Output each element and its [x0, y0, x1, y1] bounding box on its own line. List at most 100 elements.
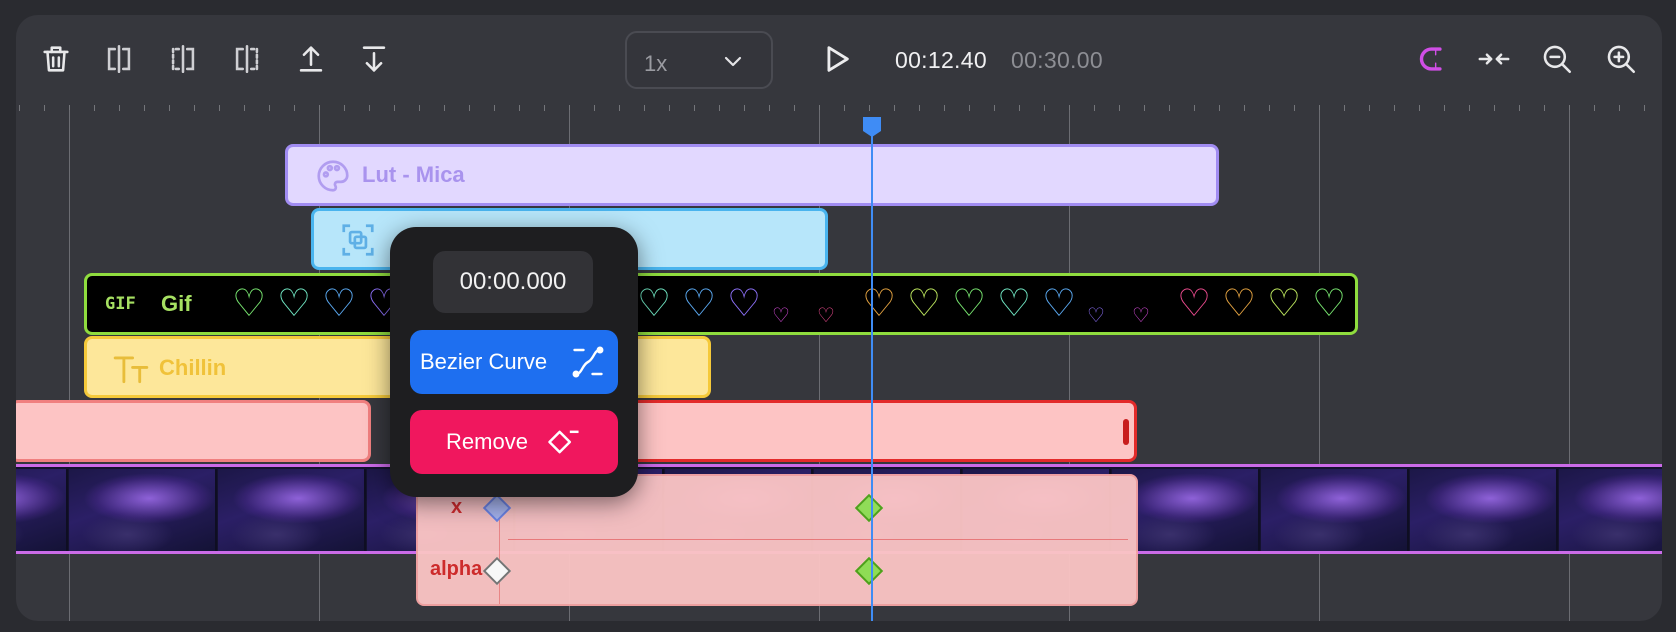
ruler-tick — [1194, 105, 1195, 111]
bezier-curve-icon — [572, 346, 604, 378]
ruler-tick — [1519, 105, 1520, 111]
ruler-tick — [1019, 105, 1020, 111]
play-button[interactable] — [814, 37, 858, 81]
ruler-tick — [269, 105, 270, 111]
play-icon — [827, 46, 849, 72]
film-frame — [218, 469, 366, 551]
ruler-tick — [969, 105, 970, 111]
gif-clip[interactable]: GIF Gif ♡♡♡♡♡♡♡♡♡♡♡♡♡♡♡♡♡♡♡♡♡♡♡♡♡♡♡♡ — [84, 273, 1358, 335]
time-ruler[interactable] — [16, 105, 1662, 117]
current-time: 00:12.40 — [895, 47, 987, 73]
ruler-tick — [344, 105, 345, 111]
remove-keyframe-button[interactable]: Remove — [410, 410, 618, 474]
film-frame — [1410, 469, 1558, 551]
shape-clip-left[interactable] — [16, 400, 371, 462]
gif-heart: ♡ — [997, 283, 1032, 325]
keyframe-alpha-start[interactable] — [482, 556, 512, 586]
ruler-tick — [219, 105, 220, 111]
curve-line — [508, 539, 1128, 540]
ruler-tick — [794, 105, 795, 111]
align-bottom-icon[interactable] — [352, 37, 396, 81]
ruler-tick — [119, 105, 120, 111]
gif-heart: ♡ — [817, 305, 835, 327]
ruler-tick — [94, 105, 95, 111]
gif-heart: ♡ — [907, 283, 942, 325]
ruler-tick — [1119, 105, 1120, 111]
ruler-tick — [1269, 105, 1270, 111]
ruler-tick — [594, 105, 595, 111]
ruler-tick — [369, 105, 370, 111]
zoom-in-icon[interactable] — [1599, 37, 1643, 81]
gif-heart: ♡ — [772, 305, 790, 327]
ruler-tick — [744, 105, 745, 111]
ruler-tick — [44, 105, 45, 111]
ruler-tick — [1544, 105, 1545, 111]
ruler-tick — [1169, 105, 1170, 111]
ruler-tick — [1094, 105, 1095, 111]
lut-clip-label: Lut - Mica — [362, 162, 465, 187]
palette-icon — [317, 160, 349, 192]
gif-heart: ♡ — [1312, 283, 1347, 325]
align-top-icon[interactable] — [289, 37, 333, 81]
magnet-icon[interactable] — [1408, 37, 1452, 81]
ruler-tick — [719, 105, 720, 111]
playhead-handle[interactable] — [861, 115, 883, 137]
gif-heart: ♡ — [1087, 305, 1105, 327]
ruler-tick — [769, 105, 770, 111]
ruler-tick — [944, 105, 945, 111]
zoom-out-icon[interactable] — [1535, 37, 1579, 81]
keyframe-x-start[interactable] — [482, 493, 512, 523]
film-frame — [1261, 469, 1409, 551]
ruler-tick — [444, 105, 445, 111]
ruler-tick — [244, 105, 245, 111]
gif-heart: ♡ — [1177, 283, 1212, 325]
speed-select[interactable]: 1x — [625, 31, 773, 89]
gif-heart: ♡ — [1042, 283, 1077, 325]
keyframe-x-current[interactable] — [854, 493, 884, 523]
ruler-tick — [1144, 105, 1145, 111]
gif-heart: ♡ — [322, 283, 357, 325]
bezier-curve-button[interactable]: Bezier Curve — [410, 330, 618, 394]
ruler-tick — [919, 105, 920, 111]
gif-heart: ♡ — [727, 283, 762, 325]
gif-heart: ♡ — [682, 283, 717, 325]
ruler-tick — [1244, 105, 1245, 111]
split-left-icon[interactable] — [161, 37, 205, 81]
ruler-tick — [694, 105, 695, 111]
ruler-tick — [394, 105, 395, 111]
ruler-tick — [869, 105, 870, 111]
chevron-down-icon — [724, 56, 742, 67]
split-icon[interactable] — [97, 37, 141, 81]
shape-clip[interactable]: pe — [600, 400, 1137, 462]
keyframe-alpha-current[interactable] — [854, 556, 884, 586]
text-type-icon — [113, 356, 149, 384]
ruler-tick — [1294, 105, 1295, 111]
ruler-tick — [519, 105, 520, 111]
ruler-tick — [1419, 105, 1420, 111]
ruler-tick — [1594, 105, 1595, 111]
gif-heart: ♡ — [1132, 305, 1150, 327]
split-right-icon[interactable] — [225, 37, 269, 81]
ruler-tick — [494, 105, 495, 111]
gif-heart: ♡ — [232, 283, 267, 325]
ruler-tick — [469, 105, 470, 111]
ruler-tick — [169, 105, 170, 111]
gif-heart: ♡ — [952, 283, 987, 325]
ruler-tick — [1369, 105, 1370, 111]
keyframe-popover: 00:00.000 Bezier Curve Remove — [390, 227, 638, 497]
playhead-line — [871, 117, 873, 621]
gif-heart: ♡ — [277, 283, 312, 325]
trash-icon[interactable] — [34, 37, 78, 81]
clip-resize-handle[interactable] — [1123, 419, 1129, 445]
ruler-tick — [1044, 105, 1045, 111]
collapse-icon[interactable] — [1472, 37, 1516, 81]
speed-value: 1x — [644, 51, 668, 76]
gif-heart: ♡ — [1357, 280, 1358, 328]
ruler-tick — [419, 105, 420, 111]
ruler-tick — [1494, 105, 1495, 111]
gif-heart: ♡ — [862, 283, 897, 325]
ruler-tick — [144, 105, 145, 111]
keyframe-time-input[interactable]: 00:00.000 — [433, 251, 593, 313]
ruler-tick — [644, 105, 645, 111]
lut-clip[interactable]: Lut - Mica — [285, 144, 1219, 206]
